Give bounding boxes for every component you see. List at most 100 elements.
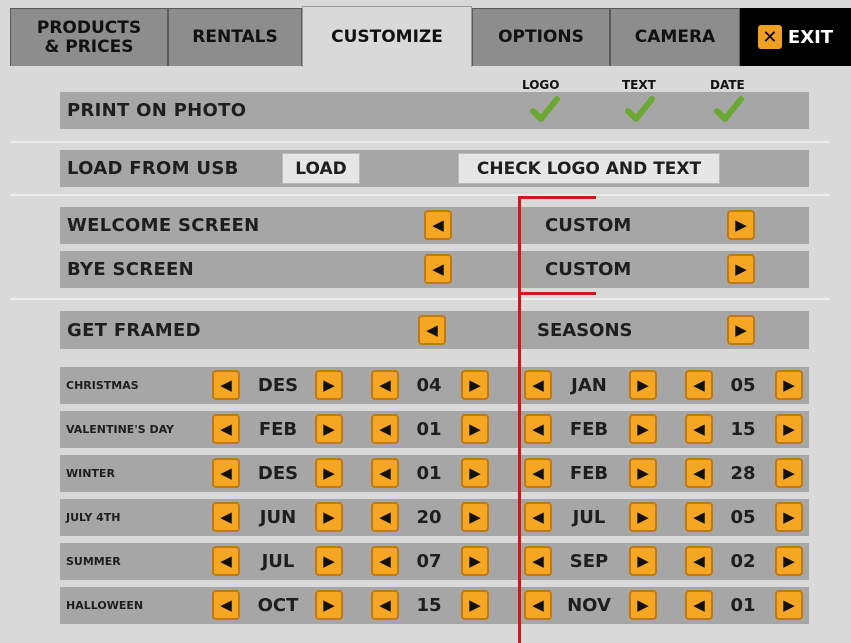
- end-day-decrease-button[interactable]: ◀: [685, 590, 713, 620]
- arrow-left-icon: ◀: [220, 595, 232, 614]
- start-day-increase-button[interactable]: ▶: [461, 502, 489, 532]
- start-day-decrease-button[interactable]: ◀: [371, 502, 399, 532]
- arrow-left-icon: ◀: [532, 507, 544, 526]
- arrow-right-icon: ▶: [323, 463, 335, 482]
- end-month-increase-button[interactable]: ▶: [629, 502, 657, 532]
- end-month-value: JUL: [572, 507, 606, 528]
- arrow-right-icon: ▶: [469, 507, 481, 526]
- end-month-increase-button[interactable]: ▶: [629, 414, 657, 444]
- end-month-decrease-button[interactable]: ◀: [524, 546, 552, 576]
- start-day-value: 01: [416, 463, 442, 484]
- logo-option-label: LOGO: [522, 78, 560, 92]
- load-from-usb-label: LOAD FROM USB: [67, 158, 239, 179]
- end-month-decrease-button[interactable]: ◀: [524, 414, 552, 444]
- get-framed-left-button[interactable]: ◀: [418, 315, 446, 345]
- check-logo-text-button[interactable]: CHECK LOGO AND TEXT: [458, 153, 720, 184]
- end-day-decrease-button[interactable]: ◀: [685, 458, 713, 488]
- start-month-increase-button[interactable]: ▶: [315, 414, 343, 444]
- end-day-increase-button[interactable]: ▶: [775, 546, 803, 576]
- divider: [10, 141, 830, 143]
- arrow-right-icon: ▶: [323, 551, 335, 570]
- highlight-line: [518, 196, 596, 199]
- tab-products-prices[interactable]: PRODUCTS & PRICES: [10, 8, 168, 66]
- start-month-decrease-button[interactable]: ◀: [212, 502, 240, 532]
- date-option-label: DATE: [710, 78, 745, 92]
- start-month-increase-button[interactable]: ▶: [315, 590, 343, 620]
- tab-rentals[interactable]: RENTALS: [168, 8, 302, 66]
- arrow-right-icon: ▶: [323, 507, 335, 526]
- start-day-increase-button[interactable]: ▶: [461, 458, 489, 488]
- end-month-increase-button[interactable]: ▶: [629, 590, 657, 620]
- start-day-decrease-button[interactable]: ◀: [371, 546, 399, 576]
- load-button[interactable]: LOAD: [282, 153, 360, 184]
- end-day-decrease-button[interactable]: ◀: [685, 546, 713, 576]
- start-day-decrease-button[interactable]: ◀: [371, 458, 399, 488]
- arrow-left-icon: ◀: [379, 595, 391, 614]
- start-day-value: 01: [416, 419, 442, 440]
- arrow-right-icon: ▶: [735, 259, 747, 278]
- start-day-decrease-button[interactable]: ◀: [371, 370, 399, 400]
- logo-checkmark-icon[interactable]: [530, 95, 560, 125]
- bye-screen-right-button[interactable]: ▶: [727, 254, 755, 284]
- text-checkmark-icon[interactable]: [625, 95, 655, 125]
- start-month-decrease-button[interactable]: ◀: [212, 546, 240, 576]
- end-day-value: 05: [730, 375, 756, 396]
- tab-options[interactable]: OPTIONS: [472, 8, 610, 66]
- end-day-increase-button[interactable]: ▶: [775, 590, 803, 620]
- end-month-increase-button[interactable]: ▶: [629, 458, 657, 488]
- tab-camera[interactable]: CAMERA: [610, 8, 740, 66]
- start-month-value: OCT: [257, 595, 299, 616]
- welcome-screen-left-button[interactable]: ◀: [424, 210, 452, 240]
- end-month-decrease-button[interactable]: ◀: [524, 370, 552, 400]
- arrow-right-icon: ▶: [735, 215, 747, 234]
- start-month-decrease-button[interactable]: ◀: [212, 590, 240, 620]
- print-on-photo-bar: PRINT ON PHOTO: [60, 92, 809, 129]
- season-name: WINTER: [66, 467, 115, 480]
- arrow-left-icon: ◀: [220, 419, 232, 438]
- end-day-increase-button[interactable]: ▶: [775, 502, 803, 532]
- start-month-decrease-button[interactable]: ◀: [212, 458, 240, 488]
- season-name: VALENTINE'S DAY: [66, 423, 175, 436]
- get-framed-right-button[interactable]: ▶: [727, 315, 755, 345]
- end-month-decrease-button[interactable]: ◀: [524, 590, 552, 620]
- end-month-increase-button[interactable]: ▶: [629, 546, 657, 576]
- start-month-increase-button[interactable]: ▶: [315, 458, 343, 488]
- end-day-increase-button[interactable]: ▶: [775, 458, 803, 488]
- arrow-right-icon: ▶: [637, 375, 649, 394]
- arrow-left-icon: ◀: [426, 320, 438, 339]
- end-day-value: 05: [730, 507, 756, 528]
- arrow-right-icon: ▶: [783, 419, 795, 438]
- start-month-increase-button[interactable]: ▶: [315, 502, 343, 532]
- start-day-decrease-button[interactable]: ◀: [371, 414, 399, 444]
- start-day-decrease-button[interactable]: ◀: [371, 590, 399, 620]
- end-day-increase-button[interactable]: ▶: [775, 414, 803, 444]
- arrow-right-icon: ▶: [637, 463, 649, 482]
- arrow-left-icon: ◀: [693, 551, 705, 570]
- start-month-decrease-button[interactable]: ◀: [212, 370, 240, 400]
- tab-customize[interactable]: CUSTOMIZE: [302, 6, 472, 67]
- welcome-screen-right-button[interactable]: ▶: [727, 210, 755, 240]
- start-day-increase-button[interactable]: ▶: [461, 590, 489, 620]
- arrow-right-icon: ▶: [637, 507, 649, 526]
- start-month-increase-button[interactable]: ▶: [315, 370, 343, 400]
- bye-screen-left-button[interactable]: ◀: [424, 254, 452, 284]
- end-day-decrease-button[interactable]: ◀: [685, 502, 713, 532]
- start-day-increase-button[interactable]: ▶: [461, 370, 489, 400]
- end-day-increase-button[interactable]: ▶: [775, 370, 803, 400]
- start-month-increase-button[interactable]: ▶: [315, 546, 343, 576]
- end-month-increase-button[interactable]: ▶: [629, 370, 657, 400]
- exit-button[interactable]: ✕ EXIT: [740, 8, 851, 66]
- start-day-increase-button[interactable]: ▶: [461, 414, 489, 444]
- end-month-decrease-button[interactable]: ◀: [524, 502, 552, 532]
- start-day-increase-button[interactable]: ▶: [461, 546, 489, 576]
- tab-bar: PRODUCTS & PRICES RENTALS CUSTOMIZE OPTI…: [0, 0, 851, 67]
- start-month-decrease-button[interactable]: ◀: [212, 414, 240, 444]
- end-month-decrease-button[interactable]: ◀: [524, 458, 552, 488]
- date-checkmark-icon[interactable]: [714, 95, 744, 125]
- arrow-right-icon: ▶: [637, 595, 649, 614]
- arrow-left-icon: ◀: [532, 419, 544, 438]
- end-day-value: 02: [730, 551, 756, 572]
- arrow-right-icon: ▶: [469, 551, 481, 570]
- end-day-decrease-button[interactable]: ◀: [685, 370, 713, 400]
- end-day-decrease-button[interactable]: ◀: [685, 414, 713, 444]
